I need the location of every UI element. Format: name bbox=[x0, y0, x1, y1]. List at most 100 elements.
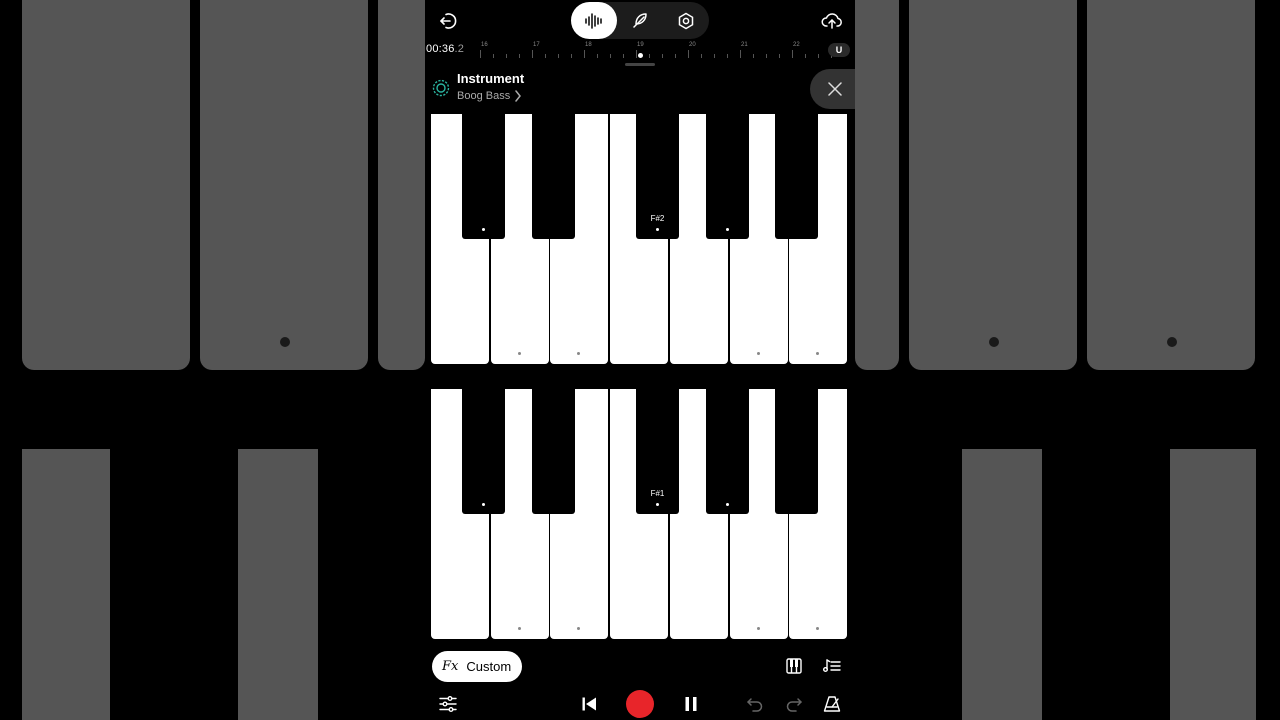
bg-panel bbox=[1087, 0, 1255, 370]
bg-panel bbox=[1170, 449, 1256, 720]
bg-dot bbox=[989, 337, 999, 347]
black-key[interactable] bbox=[775, 114, 818, 239]
ruler-tick bbox=[584, 50, 585, 58]
key-marker-dot bbox=[518, 352, 521, 355]
ruler-tick bbox=[766, 54, 767, 58]
bg-panel bbox=[22, 0, 190, 370]
ruler-tick bbox=[701, 54, 702, 58]
bg-panel bbox=[238, 449, 318, 720]
key-marker-dot bbox=[757, 352, 760, 355]
bg-panel bbox=[378, 0, 425, 370]
drag-handle[interactable] bbox=[625, 63, 655, 66]
key-marker-dot bbox=[757, 627, 760, 630]
ruler-tick bbox=[636, 50, 637, 58]
bg-dot bbox=[280, 337, 290, 347]
ruler-tick bbox=[506, 54, 507, 58]
bg-panel bbox=[855, 0, 899, 370]
black-key[interactable] bbox=[706, 114, 749, 239]
mode-settings-button[interactable] bbox=[663, 2, 709, 39]
fx-preset-name: Custom bbox=[466, 659, 512, 674]
ruler-tick bbox=[532, 50, 533, 58]
pause-icon bbox=[685, 697, 697, 711]
ruler-tick bbox=[597, 54, 598, 58]
ruler-bar-label: 19 bbox=[637, 42, 644, 48]
hex-settings-icon bbox=[678, 12, 694, 29]
black-key[interactable] bbox=[706, 389, 749, 514]
piano-keyboard-lower: F#1 bbox=[431, 389, 848, 639]
exit-icon bbox=[440, 13, 457, 29]
bg-panel bbox=[200, 0, 368, 370]
skip-back-button[interactable] bbox=[577, 692, 601, 716]
ruler-bar-label: 21 bbox=[741, 42, 748, 48]
black-key[interactable]: F#1 bbox=[636, 389, 679, 514]
ruler-tick bbox=[688, 50, 689, 58]
instrument-picker[interactable]: Boog Bass bbox=[457, 90, 522, 102]
pause-button[interactable] bbox=[679, 692, 703, 716]
time-fraction: .2 bbox=[454, 43, 465, 55]
instrument-name: Boog Bass bbox=[457, 90, 511, 102]
piano-keyboard-upper: F#2 bbox=[431, 114, 848, 364]
metronome-icon bbox=[823, 696, 841, 712]
black-key[interactable] bbox=[532, 389, 575, 514]
black-key[interactable] bbox=[532, 114, 575, 239]
quill-icon bbox=[633, 12, 647, 28]
redo-button[interactable] bbox=[782, 692, 806, 716]
playhead[interactable] bbox=[638, 53, 643, 58]
key-marker-dot bbox=[482, 503, 485, 506]
upload-button[interactable] bbox=[819, 8, 845, 34]
ruler-tick bbox=[662, 54, 663, 58]
ruler-tick bbox=[805, 54, 806, 58]
timeline[interactable]: 00:36.2 16 17 18 19 20 21 22 U bbox=[425, 40, 855, 62]
ruler-tick bbox=[818, 54, 819, 58]
key-marker-dot bbox=[726, 228, 729, 231]
ruler-tick bbox=[558, 54, 559, 58]
mode-switcher bbox=[571, 2, 709, 39]
timeline-ruler[interactable]: 16 17 18 19 20 21 22 bbox=[475, 40, 832, 62]
ruler-tick bbox=[779, 54, 780, 58]
ruler-tick bbox=[740, 50, 741, 58]
key-marker-dot bbox=[577, 352, 580, 355]
ruler-tick bbox=[519, 54, 520, 58]
gear-ring-icon bbox=[432, 79, 450, 97]
key-marker-dot bbox=[577, 627, 580, 630]
ruler-tick bbox=[610, 54, 611, 58]
arpeggio-button[interactable] bbox=[821, 655, 843, 677]
ruler-tick bbox=[727, 54, 728, 58]
bg-panel bbox=[962, 449, 1042, 720]
time-readout: 00:36.2 bbox=[426, 43, 464, 55]
keys-view-button[interactable] bbox=[783, 655, 805, 677]
close-keyboard-button[interactable] bbox=[810, 69, 855, 109]
ruler-tick bbox=[753, 54, 754, 58]
app-screen: 00:36.2 16 17 18 19 20 21 22 U Instrument Boog… bbox=[425, 0, 855, 720]
ruler-tick bbox=[480, 50, 481, 58]
fx-preset-button[interactable]: Fx Custom bbox=[432, 651, 522, 682]
black-key[interactable] bbox=[775, 389, 818, 514]
ruler-bar-label: 17 bbox=[533, 42, 540, 48]
snap-label: U bbox=[835, 45, 843, 55]
black-key[interactable]: F#2 bbox=[636, 114, 679, 239]
chevron-right-icon bbox=[515, 90, 522, 102]
bg-panel bbox=[909, 0, 1077, 370]
undo-button[interactable] bbox=[743, 692, 767, 716]
instrument-icon-button[interactable] bbox=[430, 77, 452, 99]
cloud-upload-icon bbox=[821, 13, 842, 29]
record-button[interactable] bbox=[626, 690, 654, 718]
mixer-button[interactable] bbox=[436, 692, 460, 716]
fx-label: Fx bbox=[442, 659, 459, 674]
mode-waveform-button[interactable] bbox=[571, 2, 617, 39]
key-marker-dot bbox=[518, 627, 521, 630]
exit-button[interactable] bbox=[435, 8, 461, 34]
key-marker-dot bbox=[816, 352, 819, 355]
bg-dot bbox=[1167, 337, 1177, 347]
black-key[interactable] bbox=[462, 389, 505, 514]
black-key[interactable] bbox=[462, 114, 505, 239]
metronome-button[interactable] bbox=[820, 692, 844, 716]
instrument-header[interactable]: Instrument Boog Bass bbox=[425, 68, 855, 112]
ruler-tick bbox=[649, 54, 650, 58]
sliders-icon bbox=[439, 696, 457, 712]
ruler-tick bbox=[623, 54, 624, 58]
snap-button[interactable]: U bbox=[828, 43, 850, 57]
ruler-tick bbox=[571, 54, 572, 58]
mode-pen-button[interactable] bbox=[617, 2, 663, 39]
key-marker-dot bbox=[816, 627, 819, 630]
